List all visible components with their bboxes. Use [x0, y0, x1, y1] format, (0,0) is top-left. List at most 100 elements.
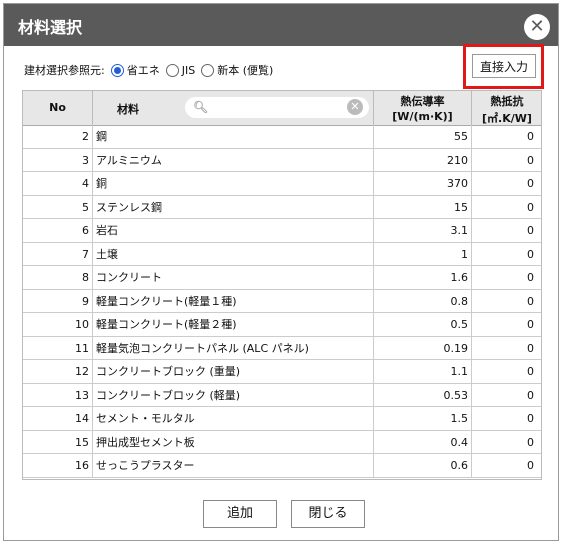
column-header-resistance[interactable]: 熱抵抗 [㎡.K/W] — [472, 91, 541, 125]
table-header: No 材料 🔍︎ ✕ 熱伝導率 [W/(m·K)] 熱抵抗 [㎡.K/W] — [23, 91, 541, 126]
table-row[interactable]: 13 コンクリートブロック (軽量) 0.53 0 — [23, 383, 541, 407]
close-button[interactable]: 閉じる — [291, 500, 365, 528]
row-resistance: 0 — [527, 318, 534, 331]
table-row[interactable]: 15 押出成型セメント板 0.4 0 — [23, 430, 541, 454]
clear-icon[interactable]: ✕ — [347, 99, 363, 115]
row-name: 鋼 — [93, 125, 374, 148]
row-conductivity: 210 — [374, 148, 472, 171]
row-no: 10 — [23, 313, 93, 336]
dialog-titlebar: 材料選択 ✕ — [4, 4, 558, 46]
direct-input-button[interactable]: 直接入力 — [472, 54, 536, 78]
row-resistance: 0 — [527, 365, 534, 378]
row-no: 12 — [23, 360, 93, 383]
row-resistance: 0 — [527, 459, 534, 472]
radio-option-shoene[interactable]: 省エネ — [110, 62, 160, 78]
row-conductivity: 1 — [374, 242, 472, 265]
table-row[interactable]: 11 軽量気泡コンクリートパネル (ALC パネル) 0.19 0 — [23, 336, 541, 360]
radio-label: JIS — [181, 63, 196, 77]
add-button[interactable]: 追加 — [203, 500, 277, 528]
radio-label: 省エネ — [126, 64, 160, 77]
search-input[interactable]: 🔍︎ ✕ — [185, 97, 369, 118]
table-row[interactable]: 2 鋼 55 0 — [23, 125, 541, 149]
row-conductivity: 15 — [374, 195, 472, 218]
row-conductivity: 1.5 — [374, 407, 472, 430]
row-name: アルミニウム — [93, 148, 374, 171]
table-row[interactable]: 8 コンクリート 1.6 0 — [23, 266, 541, 290]
material-table: No 材料 🔍︎ ✕ 熱伝導率 [W/(m·K)] 熱抵抗 [㎡.K/W] 2鋼… — [22, 90, 542, 480]
row-no: 6 — [23, 219, 93, 242]
resistance-label: 熱抵抗 — [490, 95, 524, 108]
row-resistance: 0 — [527, 388, 534, 402]
row-name: 岩石 — [93, 219, 374, 242]
radio-selected-icon[interactable] — [110, 63, 124, 77]
table-row[interactable]: 7 土壌 1 0 — [23, 242, 541, 266]
radio-option-jis[interactable]: JIS — [165, 63, 196, 77]
radio-option-handbook[interactable]: 新本 (便覧) — [201, 62, 273, 78]
row-name: コンクリート — [93, 266, 374, 289]
column-header-conductivity[interactable]: 熱伝導率 [W/(m·K)] — [374, 91, 472, 125]
reference-source-label: 建材選択参照元: — [24, 64, 105, 77]
row-name: セメント・モルタル — [93, 407, 374, 430]
row-no: 2 — [23, 125, 93, 148]
row-no: 5 — [23, 195, 93, 218]
radio-label: 新本 (便覧) — [217, 64, 274, 77]
row-resistance: 0 — [527, 247, 534, 261]
column-header-no[interactable]: No — [23, 91, 93, 125]
row-no: 4 — [23, 172, 93, 195]
row-conductivity: 0.4 — [374, 430, 472, 453]
row-resistance: 0 — [527, 412, 534, 425]
material-selection-dialog: 材料選択 ✕ 建材選択参照元: 省エネ JIS 新本 (便覧) 直接入力 No … — [3, 3, 559, 541]
table-row[interactable]: 16 せっこうプラスター 0.6 0 — [23, 454, 541, 478]
close-icon[interactable]: ✕ — [524, 14, 550, 40]
row-no: 8 — [23, 266, 93, 289]
table-row[interactable]: 14 セメント・モルタル 1.5 0 — [23, 407, 541, 431]
row-no: 11 — [23, 336, 93, 359]
reference-source-group: 建材選択参照元: 省エネ JIS 新本 (便覧) — [24, 62, 279, 78]
row-name: 軽量コンクリート(軽量２種) — [93, 313, 374, 336]
column-header-name: 材料 🔍︎ ✕ — [93, 91, 374, 125]
row-conductivity: 1.1 — [374, 360, 472, 383]
row-conductivity: 0.5 — [374, 313, 472, 336]
row-name: 軽量気泡コンクリートパネル (ALC パネル) — [93, 336, 374, 359]
row-resistance: 0 — [527, 341, 534, 355]
row-name: コンクリートブロック (重量) — [93, 360, 374, 383]
row-resistance: 0 — [527, 200, 534, 214]
table-row[interactable]: 6 岩石 3.1 0 — [23, 219, 541, 243]
row-no: 7 — [23, 242, 93, 265]
table-row[interactable]: 9 軽量コンクリート(軽量１種) 0.8 0 — [23, 289, 541, 313]
resistance-unit: [㎡.K/W] — [482, 112, 532, 125]
table-body: 2 鋼 55 0 3 アルミニウム 210 0 4 銅 370 0 5 ステンレス鋼 15 0 6 岩石 3… — [23, 125, 541, 478]
row-conductivity: 0.8 — [374, 289, 472, 312]
row-name: 土壌 — [93, 242, 374, 265]
conductivity-unit: [W/(m·K)] — [392, 110, 453, 123]
row-no: 9 — [23, 289, 93, 312]
column-header-name-label: 材料 — [117, 103, 139, 116]
table-row[interactable]: 12 コンクリートブロック (重量) 1.1 0 — [23, 360, 541, 384]
table-row[interactable]: 3 アルミニウム 210 0 — [23, 148, 541, 172]
row-no: 3 — [23, 148, 93, 171]
conductivity-label: 熱伝導率 — [400, 95, 445, 108]
row-resistance: 0 — [527, 224, 534, 237]
row-name: 銅 — [93, 172, 374, 195]
direct-input-highlight: 直接入力 — [463, 44, 544, 89]
row-no: 13 — [23, 383, 93, 406]
radio-icon[interactable] — [165, 63, 179, 77]
row-conductivity: 55 — [374, 125, 472, 148]
row-name: ステンレス鋼 — [93, 195, 374, 218]
dialog-title: 材料選択 — [18, 18, 83, 37]
search-icon: 🔍︎ — [193, 100, 209, 114]
row-name: コンクリートブロック (軽量) — [93, 383, 374, 406]
row-resistance: 0 — [527, 153, 534, 167]
row-resistance: 0 — [527, 130, 534, 143]
row-no: 15 — [23, 430, 93, 453]
row-name: せっこうプラスター — [93, 454, 374, 477]
row-conductivity: 0.6 — [374, 454, 472, 477]
row-resistance: 0 — [527, 271, 534, 284]
table-row[interactable]: 10 軽量コンクリート(軽量２種) 0.5 0 — [23, 313, 541, 337]
radio-icon[interactable] — [201, 63, 215, 77]
table-row[interactable]: 4 銅 370 0 — [23, 172, 541, 196]
row-no: 14 — [23, 407, 93, 430]
row-no: 16 — [23, 454, 93, 477]
row-conductivity: 0.53 — [374, 383, 472, 406]
table-row[interactable]: 5 ステンレス鋼 15 0 — [23, 195, 541, 219]
